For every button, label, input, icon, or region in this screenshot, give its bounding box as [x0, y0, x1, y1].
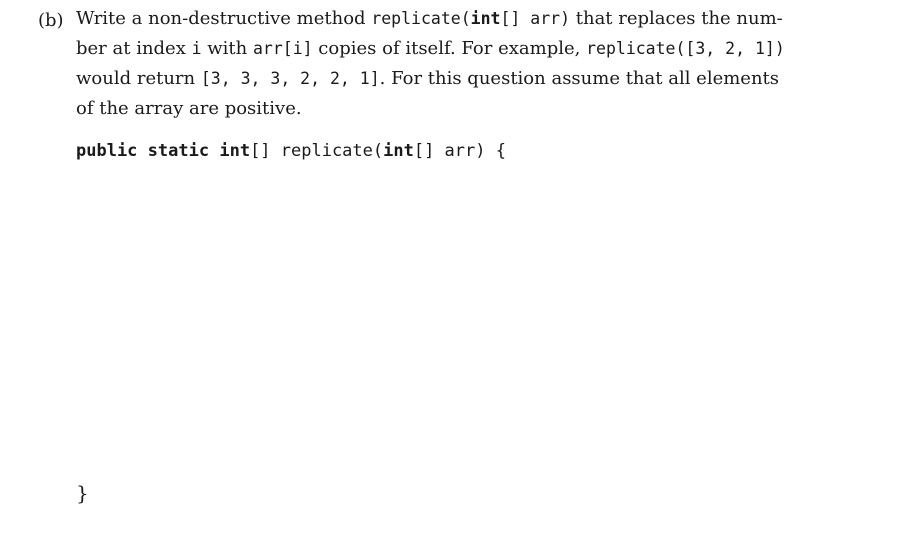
prompt-text: . For this question assume that all elem… — [379, 68, 780, 89]
inline-code-result: [3, 3, 3, 2, 2, 1] — [200, 69, 380, 88]
prompt-line-2: ber at index i with arr[i] copies of its… — [76, 34, 785, 64]
question-part-b: (b) Write a non-destructive method repli… — [0, 0, 913, 541]
code-keyword: static — [147, 141, 210, 161]
inline-code-index: i — [191, 39, 202, 58]
prompt-text: ber at index — [76, 38, 192, 59]
prompt-text: of the array are positive. — [76, 98, 302, 119]
prompt-text: with — [201, 38, 253, 59]
prompt-line-4: of the array are positive. — [76, 94, 302, 124]
inline-code-keyword: int — [470, 9, 501, 28]
inline-code-arr: arr[i] — [252, 39, 313, 58]
inline-code-method: replicate(int[] arr) — [371, 9, 571, 28]
prompt-line-3: would return [3, 3, 3, 2, 2, 1]. For thi… — [76, 64, 779, 94]
inline-code-example: replicate([3, 2, 1]) — [586, 39, 785, 58]
closing-brace: } — [76, 481, 89, 505]
code-keyword: int — [219, 141, 251, 161]
prompt-text: would return — [76, 68, 201, 89]
prompt-line-1: Write a non-destructive method replicate… — [76, 4, 783, 34]
answer-writing-area[interactable] — [76, 170, 836, 470]
code-keyword: public — [76, 141, 138, 161]
prompt-text: that replaces the num- — [570, 8, 783, 29]
code-text: [] arr) { — [413, 141, 506, 161]
prompt-text: Write a non-destructive method — [76, 8, 372, 29]
method-signature: public static int[] replicate(int[] arr)… — [76, 138, 506, 164]
code-text: [] replicate( — [250, 141, 384, 161]
code-keyword: int — [383, 141, 414, 161]
part-label: (b) — [38, 10, 64, 31]
prompt-text: copies of itself. For example, — [312, 38, 587, 59]
